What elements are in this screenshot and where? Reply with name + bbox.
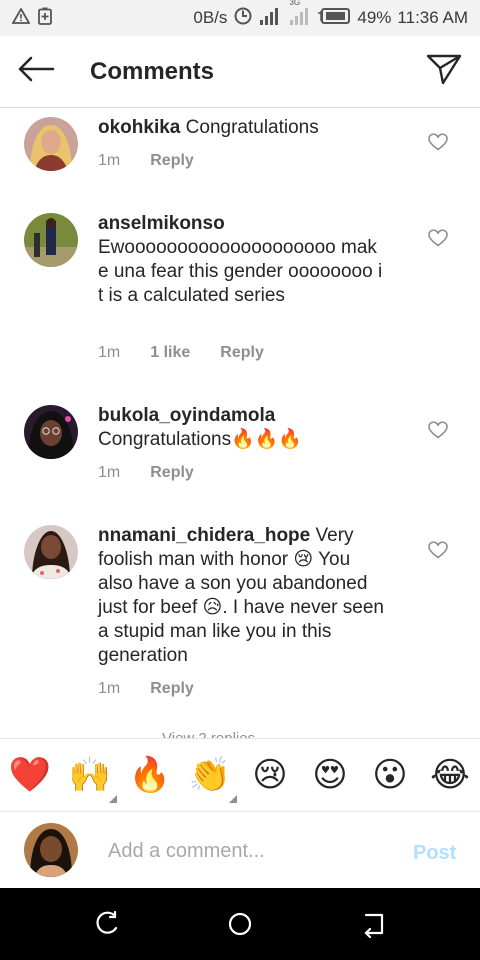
comment-meta: 1m 1 like Reply xyxy=(98,344,264,362)
warning-icon xyxy=(11,6,31,29)
emoji-heart[interactable]: ❤️ xyxy=(8,751,52,799)
likes-count[interactable]: 1 like xyxy=(150,344,190,362)
add-comment-bar: Post xyxy=(0,812,480,888)
comment-text: okohkika Congratulations xyxy=(98,116,384,140)
system-nav-bar xyxy=(0,888,480,960)
comment-content: Ewoooooooooooooooooooo make una fear thi… xyxy=(98,237,383,306)
comment-username[interactable]: anselmikonso xyxy=(98,213,225,234)
data-saver-icon xyxy=(233,6,253,31)
status-bar: 0B/s 3G 49% 11:36 AM xyxy=(0,0,480,36)
arrow-left-icon xyxy=(17,56,55,87)
comment-text: bukola_oyindamola Congratulations🔥🔥🔥 xyxy=(98,404,384,452)
avatar[interactable] xyxy=(24,405,78,459)
comment-text: anselmikonso Ewoooooooooooooooooooo make… xyxy=(98,212,384,308)
recent-apps-button[interactable] xyxy=(93,910,121,938)
my-avatar xyxy=(24,823,78,877)
clock: 11:36 AM xyxy=(397,8,468,27)
home-button[interactable] xyxy=(226,910,254,938)
reply-button[interactable]: Reply xyxy=(220,344,264,362)
battery-icon xyxy=(317,7,351,30)
view-replies-link[interactable]: View 2 replies xyxy=(162,730,255,738)
comment-meta: 1m Reply xyxy=(98,680,194,698)
emoji-bar: ❤️ 🙌 🔥 👏 😢 😍 😮 😂 xyxy=(0,738,480,812)
comment-meta: 1m Reply xyxy=(98,152,194,170)
comments-header: Comments xyxy=(0,36,480,108)
share-button[interactable] xyxy=(408,36,480,108)
comment-content: Congratulations xyxy=(185,117,319,138)
net-type: 3G xyxy=(289,0,301,7)
like-heart-icon[interactable] xyxy=(428,421,448,439)
emoji-crying-face[interactable]: 😢 xyxy=(248,751,292,799)
like-heart-icon[interactable] xyxy=(428,229,448,247)
reply-button[interactable]: Reply xyxy=(150,152,194,170)
comment-list[interactable]: okohkika Congratulations 1m Reply anselm… xyxy=(0,108,480,738)
skin-tone-indicator-icon xyxy=(229,795,237,803)
comment-username[interactable]: nnamani_chidera_hope xyxy=(98,525,310,546)
reply-button[interactable]: Reply xyxy=(150,464,194,482)
comment-username[interactable]: okohkika xyxy=(98,117,180,138)
avatar[interactable] xyxy=(24,525,78,579)
back-nav-button[interactable] xyxy=(360,910,388,939)
paper-plane-icon xyxy=(426,53,462,90)
comment-time: 1m xyxy=(98,680,121,697)
post-button[interactable]: Post xyxy=(413,842,456,865)
avatar[interactable] xyxy=(24,117,78,171)
comment-meta: 1m Reply xyxy=(98,464,194,482)
emoji-heart-eyes[interactable]: 😍 xyxy=(308,751,352,799)
page-title: Comments xyxy=(90,57,215,85)
like-heart-icon[interactable] xyxy=(428,133,448,151)
comment-time: 1m xyxy=(98,464,121,481)
add-comment-input[interactable] xyxy=(108,836,388,866)
avatar[interactable] xyxy=(24,213,78,267)
comment-time: 1m xyxy=(98,152,121,169)
emoji-surprised-face[interactable]: 😮 xyxy=(368,751,412,799)
signal-3g-icon: 3G xyxy=(289,0,311,31)
comment-time: 1m xyxy=(98,344,121,361)
comment-username[interactable]: bukola_oyindamola xyxy=(98,405,275,426)
signal-icon xyxy=(259,6,283,31)
net-speed: 0B/s xyxy=(193,8,228,27)
emoji-fire[interactable]: 🔥 xyxy=(128,751,172,799)
back-button[interactable] xyxy=(0,36,72,108)
reply-button[interactable]: Reply xyxy=(150,680,194,698)
emoji-clapping-hands[interactable]: 👏 xyxy=(188,751,232,799)
battery-percent: 49% xyxy=(357,8,392,27)
like-heart-icon[interactable] xyxy=(428,541,448,559)
emoji-raised-hands[interactable]: 🙌 xyxy=(68,751,112,799)
comment-text: nnamani_chidera_hope Very foolish man wi… xyxy=(98,524,384,668)
battery-saver-icon xyxy=(38,7,52,30)
skin-tone-indicator-icon xyxy=(109,795,117,803)
comment-content: Congratulations🔥🔥🔥 xyxy=(98,429,303,450)
comment-content: Very foolish man with honor 😢 You also h… xyxy=(98,525,384,666)
emoji-tears-of-joy[interactable]: 😂 xyxy=(428,751,472,799)
